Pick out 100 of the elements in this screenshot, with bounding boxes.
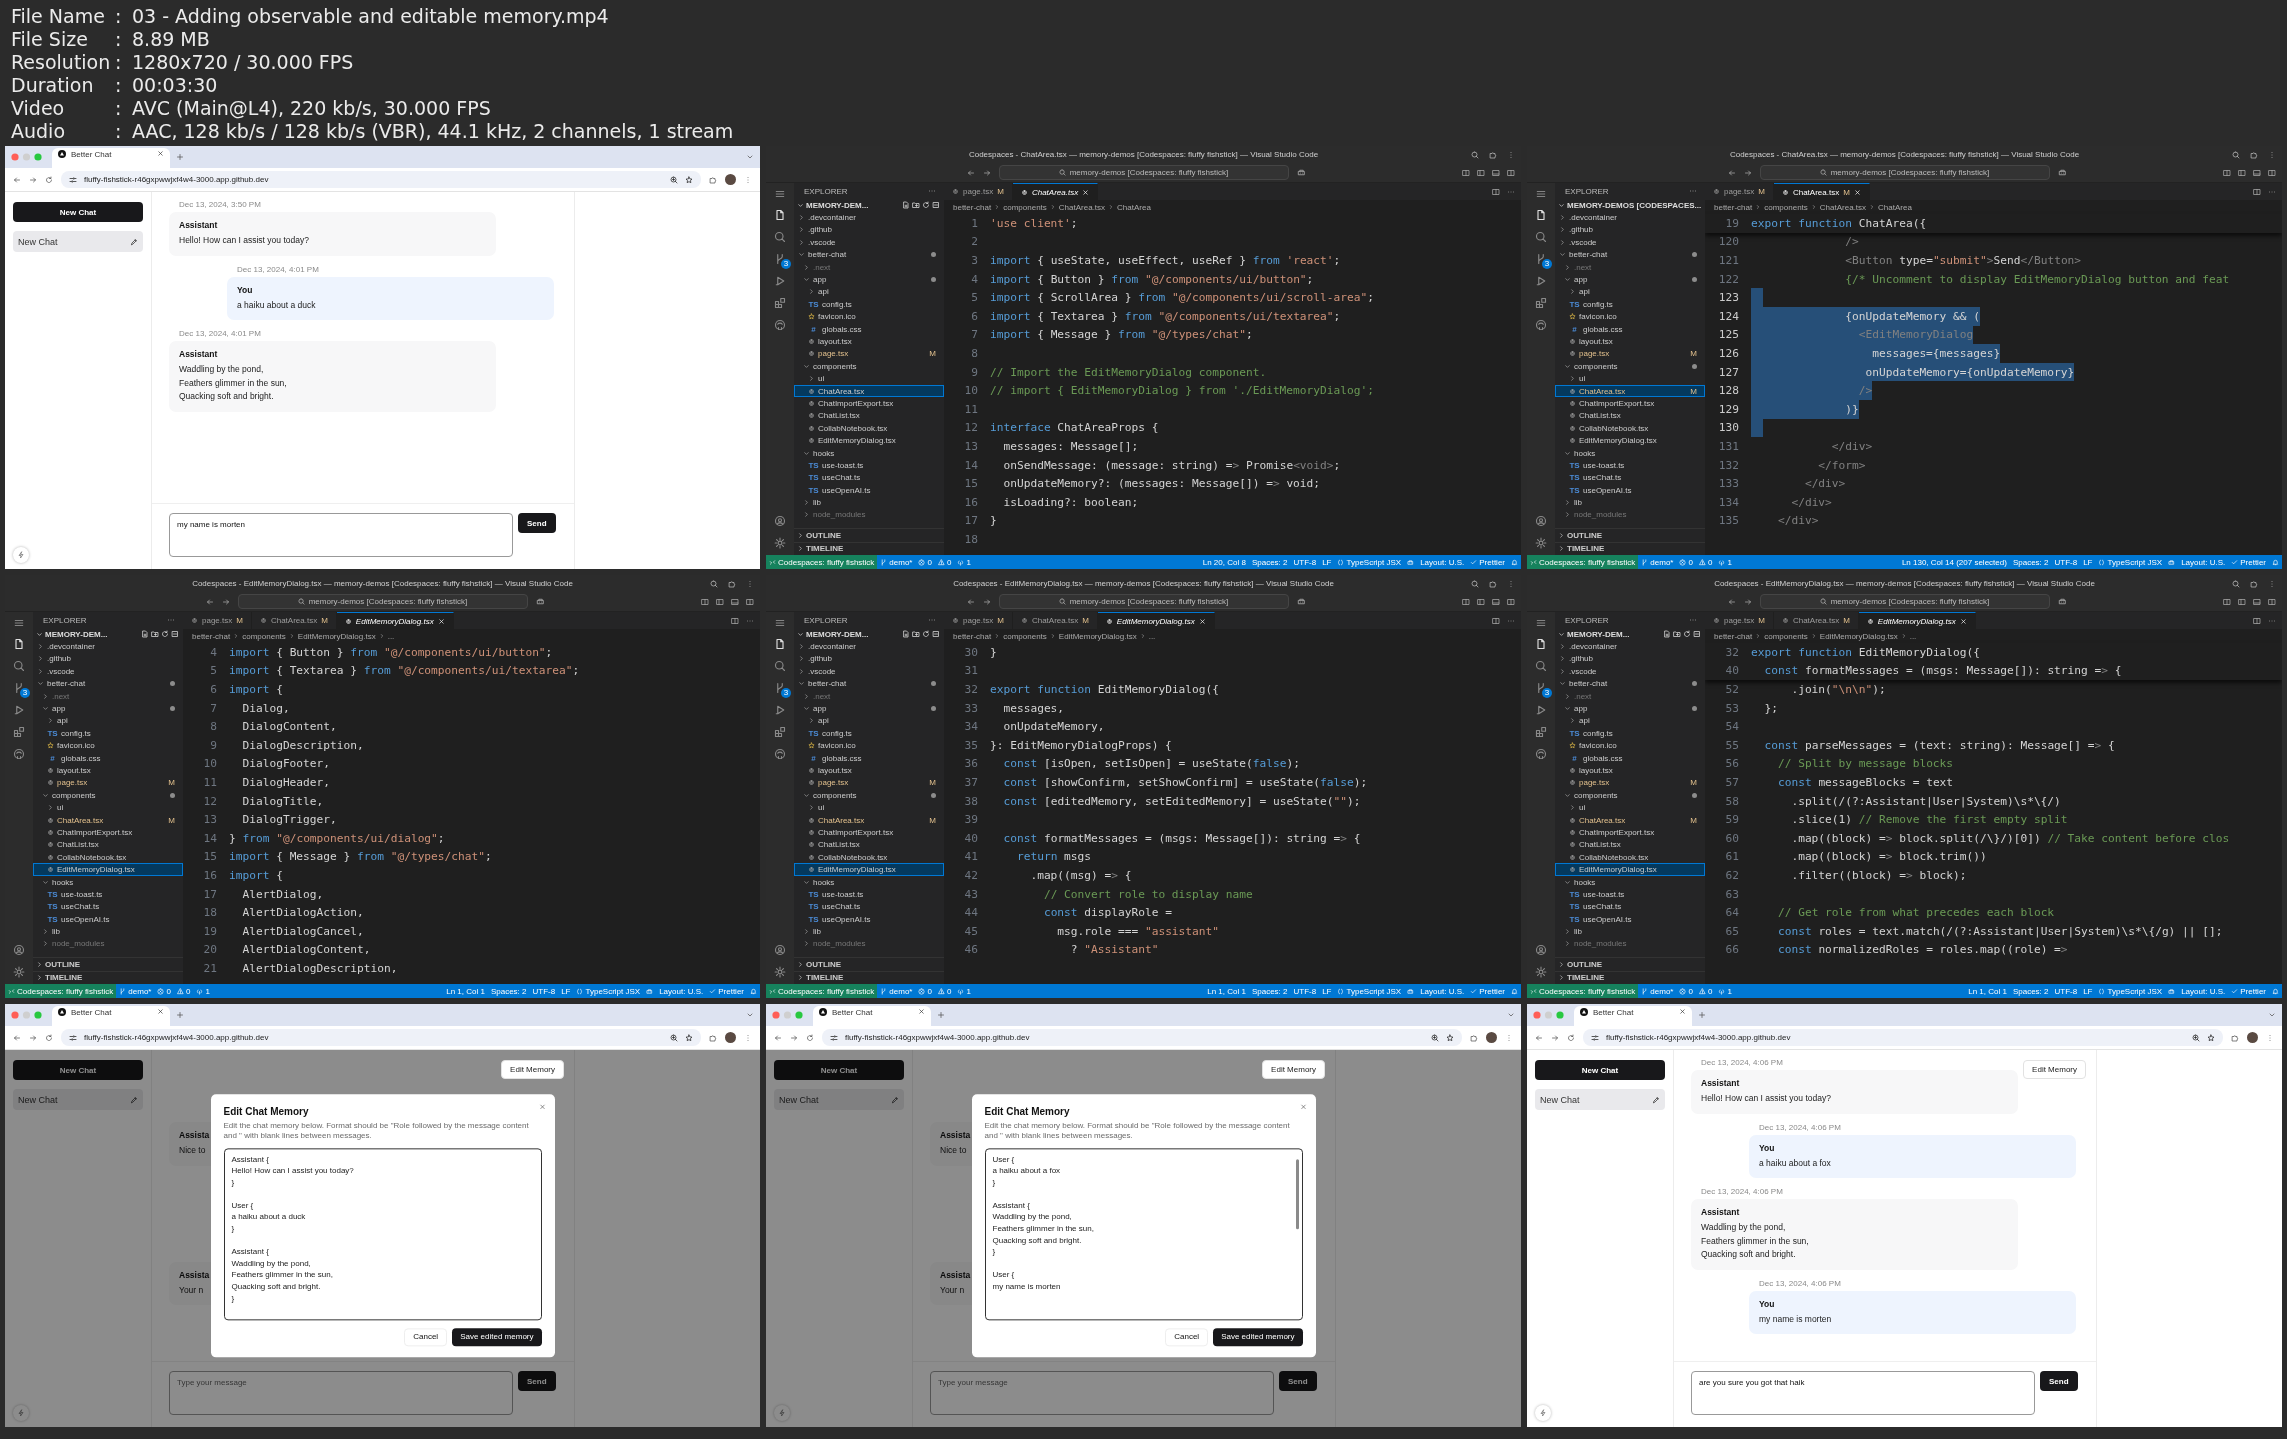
tree-item[interactable]: ChatList.tsx — [1555, 838, 1705, 852]
sidebar-icon[interactable] — [1477, 597, 1485, 606]
status-item[interactable]: Codespaces: fluffy fishstick — [5, 984, 117, 998]
tree-item[interactable]: TS useChat.ts — [1555, 900, 1705, 913]
new-folder-icon[interactable] — [1673, 630, 1681, 639]
tree-item[interactable]: ui — [794, 372, 944, 385]
new-file-icon[interactable] — [902, 201, 910, 210]
tree-item[interactable]: TS useOpenAI.ts — [1555, 484, 1705, 497]
panel-icon[interactable] — [2253, 597, 2261, 606]
browser-tab[interactable]: Better Chat — [813, 1006, 931, 1026]
message-input[interactable]: Type your message — [169, 1371, 513, 1415]
search-icon[interactable] — [774, 231, 786, 243]
tree-item[interactable]: TS useChat.ts — [794, 900, 944, 913]
tree-item[interactable]: ChatArea.tsx M — [33, 813, 183, 827]
account-icon[interactable] — [13, 944, 25, 956]
tree-item[interactable]: .devcontainer — [33, 640, 183, 653]
tree-item[interactable]: node_modules — [33, 937, 183, 951]
status-item[interactable]: UTF-8 — [2051, 555, 2081, 569]
new-chat-button[interactable]: New Chat — [13, 202, 143, 222]
panel-icon[interactable] — [731, 597, 739, 606]
status-item[interactable]: Prettier — [2228, 984, 2269, 998]
back-icon[interactable] — [1535, 1033, 1543, 1042]
tree-item[interactable]: node_modules — [1555, 508, 1705, 522]
tree-item[interactable]: layout.tsx — [794, 764, 944, 777]
avatar-icon[interactable] — [2247, 1032, 2258, 1043]
tune-icon[interactable] — [1591, 1033, 1599, 1042]
puzzle-icon[interactable] — [2250, 579, 2258, 588]
tree-item[interactable]: better-chat — [794, 677, 944, 690]
dev-tools-button[interactable] — [13, 1405, 29, 1421]
tree-item[interactable]: ChatList.tsx — [794, 838, 944, 852]
puzzle-icon[interactable] — [709, 175, 717, 184]
status-item[interactable]: demo* — [877, 555, 916, 569]
address-field[interactable]: fluffy-fishstick-r46gxpwwjxf4w4-3000.app.github.dev — [822, 1029, 1462, 1046]
tree-item[interactable]: TS useOpenAI.ts — [794, 913, 944, 926]
tree-item[interactable]: app — [1555, 702, 1705, 715]
chevron-down-icon[interactable] — [746, 1011, 754, 1019]
new-folder-icon[interactable] — [912, 201, 920, 210]
settings-icon[interactable] — [774, 966, 786, 978]
files-icon[interactable] — [13, 638, 25, 650]
tree-item[interactable]: TS useOpenAI.ts — [794, 484, 944, 497]
tree-item[interactable]: .next — [33, 689, 183, 703]
command-center[interactable]: memory-demos [Codespaces: fluffy fishstick] — [1759, 165, 2050, 180]
zoom-icon[interactable] — [670, 1033, 678, 1042]
breadcrumb-item[interactable]: better-chat — [192, 631, 231, 641]
search-icon[interactable] — [1535, 660, 1547, 672]
editor-tab[interactable]: ChatArea.tsx M — [1773, 612, 1859, 629]
menu-icon[interactable] — [1536, 618, 1546, 628]
split-icon[interactable] — [1507, 597, 1515, 606]
refresh-icon[interactable] — [161, 630, 169, 639]
command-center[interactable]: memory-demos [Codespaces: fluffy fishstick] — [998, 165, 1289, 180]
editor-tab[interactable]: EditMemoryDialog.tsx — [336, 612, 454, 629]
tree-item[interactable]: TS config.ts — [1555, 727, 1705, 740]
extensions-icon[interactable] — [1535, 726, 1547, 738]
tree-item[interactable]: CollabNotebook.tsx — [1555, 422, 1705, 435]
breadcrumb-item[interactable]: ChatArea — [1117, 202, 1151, 212]
star-icon[interactable] — [1446, 1033, 1454, 1042]
tree-item[interactable]: page.tsx M — [1555, 776, 1705, 790]
tree-item[interactable]: better-chat — [794, 248, 944, 261]
run-icon[interactable] — [1535, 704, 1547, 716]
status-item[interactable]: Codespaces: fluffy fishstick — [766, 984, 878, 998]
breadcrumb-item[interactable]: components — [1003, 202, 1047, 212]
status-item[interactable]: 1 — [954, 555, 974, 569]
tree-item[interactable]: ChatArea.tsx — [794, 384, 944, 398]
outline-section[interactable]: OUTLINE — [794, 528, 944, 542]
tree-item[interactable]: ui — [794, 801, 944, 814]
layout-icon[interactable] — [701, 597, 709, 606]
close-icon[interactable] — [1679, 1008, 1686, 1015]
tree-item[interactable]: hooks — [33, 875, 183, 889]
status-item[interactable]: Prettier — [2228, 555, 2269, 569]
window-controls-icon[interactable] — [1533, 1011, 1564, 1019]
status-item[interactable]: 0 — [915, 984, 935, 998]
tree-item[interactable]: EditMemoryDialog.tsx — [33, 863, 183, 876]
status-item[interactable]: UTF-8 — [1290, 555, 1320, 569]
window-controls-icon[interactable] — [772, 1011, 803, 1019]
tree-item[interactable]: TS use-toast.ts — [1555, 888, 1705, 901]
editor-tab[interactable]: EditMemoryDialog.tsx — [1097, 612, 1215, 629]
panel-icon[interactable] — [2253, 168, 2261, 177]
tree-item[interactable]: .next — [794, 689, 944, 703]
address-field[interactable]: fluffy-fishstick-r46gxpwwjxf4w4-3000.app.github.dev — [61, 1029, 701, 1046]
dev-tools-button[interactable] — [774, 1405, 790, 1421]
menu-icon[interactable] — [775, 618, 785, 628]
status-item[interactable]: LF — [1319, 984, 1335, 998]
editor-tab[interactable]: page.tsx M — [1705, 612, 1774, 629]
status-item[interactable]: 1 — [1715, 555, 1735, 569]
tree-item[interactable]: lib — [1555, 925, 1705, 938]
tree-item[interactable]: favicon.ico — [1555, 739, 1705, 752]
dev-tools-button[interactable] — [1535, 1405, 1551, 1421]
status-item[interactable]: demo* — [1638, 984, 1677, 998]
back-icon[interactable] — [205, 597, 214, 606]
tree-item[interactable]: ChatList.tsx — [794, 409, 944, 423]
reload-icon[interactable] — [45, 175, 53, 184]
chat-list-item[interactable]: New Chat — [1535, 1089, 1665, 1110]
plus-icon[interactable] — [176, 153, 184, 161]
breadcrumb-item[interactable]: ... — [387, 631, 395, 641]
browser-tab[interactable]: Better Chat — [52, 148, 170, 168]
breadcrumb-item[interactable]: components — [1003, 631, 1047, 641]
tree-item[interactable]: CollabNotebook.tsx — [794, 422, 944, 435]
tree-item[interactable]: hooks — [1555, 875, 1705, 889]
editor-tab[interactable]: ChatArea.tsx M — [1012, 612, 1098, 629]
tree-item[interactable]: api — [1555, 285, 1705, 299]
